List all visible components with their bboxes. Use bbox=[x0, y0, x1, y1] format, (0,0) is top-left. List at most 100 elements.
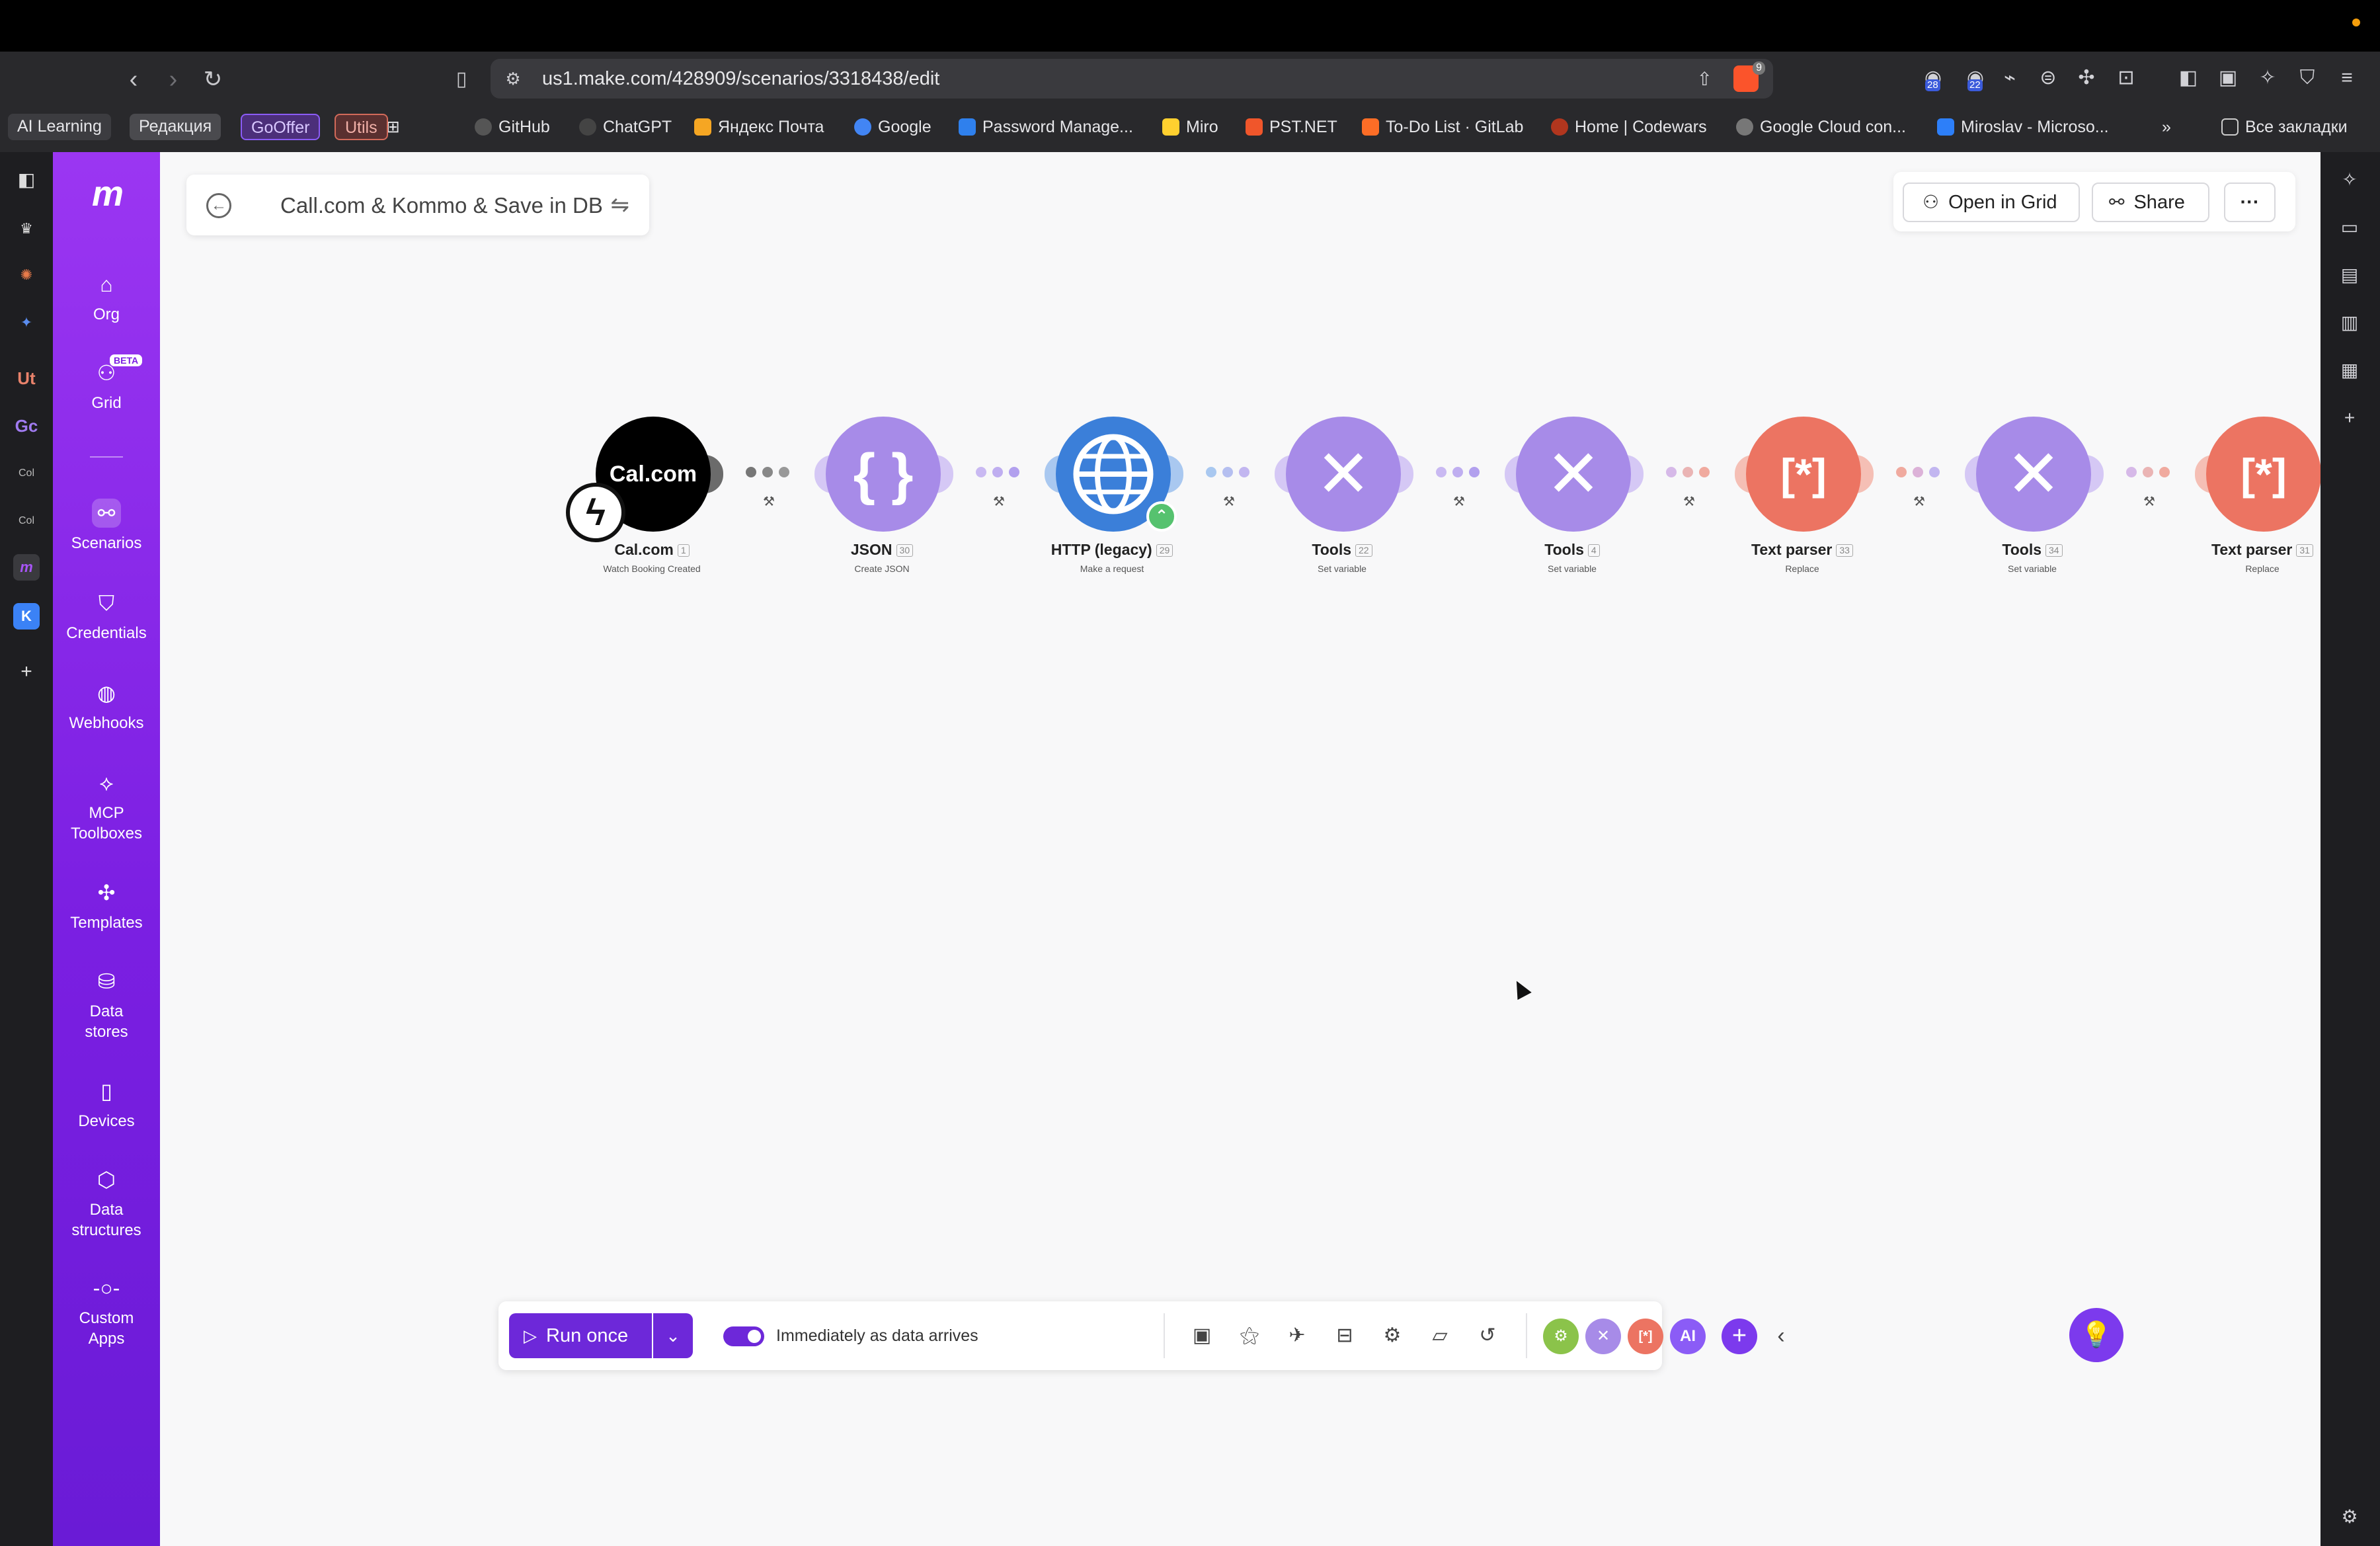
wallet-icon[interactable]: ▤ bbox=[2336, 262, 2363, 288]
module-text-parser-31[interactable]: [*] Text parser 31 Replace bbox=[2150, 417, 2320, 575]
scenario-settings-sliders-icon[interactable]: ⇋ bbox=[611, 192, 630, 218]
route-connector[interactable] bbox=[2126, 467, 2176, 481]
bookmark-folder-utils[interactable]: Utils bbox=[335, 114, 388, 140]
forward-icon[interactable]: › bbox=[159, 65, 188, 94]
route-connector[interactable] bbox=[1436, 467, 1486, 481]
route-connector[interactable] bbox=[1896, 467, 1946, 481]
route-connector[interactable] bbox=[746, 467, 795, 481]
notes-icon[interactable]: ▱ bbox=[1427, 1322, 1453, 1349]
side-tab-ut[interactable]: Ut bbox=[13, 365, 40, 391]
collapse-toolbar-chevron-left-icon[interactable]: ‹ bbox=[1768, 1322, 1794, 1349]
back-icon[interactable]: ‹ bbox=[119, 65, 148, 94]
vpn-shield-icon[interactable]: ⛉ bbox=[2294, 65, 2320, 91]
reload-icon[interactable]: ↻ bbox=[198, 65, 227, 94]
apps-grid-icon[interactable]: ⊞ bbox=[386, 112, 400, 142]
nav-credentials[interactable]: ⛉ Credentials bbox=[53, 589, 160, 643]
bookmark-pst-net[interactable]: PST.NET bbox=[1246, 112, 1337, 142]
site-settings-icon[interactable]: ⚙ bbox=[502, 68, 524, 89]
bookmark-codewars[interactable]: Home | Codewars bbox=[1551, 112, 1707, 142]
side-tab-gc[interactable]: Gc bbox=[13, 413, 40, 439]
address-bar[interactable]: ⚙ us1.make.com/428909/scenarios/3318438/… bbox=[491, 59, 1773, 99]
media-icon[interactable]: ▭ bbox=[2336, 214, 2363, 241]
bookmark-microsoft[interactable]: Miroslav - Microso... bbox=[1937, 112, 2109, 142]
extension-icon-5[interactable]: ⊡ bbox=[2113, 65, 2139, 91]
bookmark-folder-redaktsiya[interactable]: Редакция bbox=[130, 114, 221, 140]
bookmark-yandex-mail[interactable]: Яндекс Почта bbox=[694, 112, 824, 142]
route-filter-wrench-icon[interactable]: ⚒ bbox=[1683, 493, 1695, 510]
module-json[interactable]: { } JSON 30 Create JSON bbox=[770, 417, 994, 575]
nav-devices[interactable]: ▯ Devices bbox=[53, 1077, 160, 1131]
nav-org[interactable]: ⌂ Org bbox=[53, 270, 160, 325]
extension-icon-4[interactable]: ⊜ bbox=[2035, 65, 2061, 91]
nav-scenarios[interactable]: ⚯ Scenarios bbox=[53, 499, 160, 553]
route-filter-wrench-icon[interactable]: ⚒ bbox=[2143, 493, 2155, 510]
nav-custom-apps[interactable]: -○- Custom Apps bbox=[53, 1274, 160, 1349]
tools-app-icon[interactable]: ✕ bbox=[1585, 1319, 1621, 1354]
bookmark-gitlab[interactable]: To-Do List · GitLab bbox=[1362, 112, 1523, 142]
side-tab-col-2[interactable]: Col bbox=[13, 508, 40, 534]
upgrade-chevrons-icon[interactable]: ⌃ bbox=[1146, 501, 1177, 532]
module-http[interactable]: ⌃ HTTP (legacy) 29 Make a request bbox=[1000, 417, 1224, 575]
add-module-plus-icon[interactable]: + bbox=[1722, 1319, 1757, 1354]
reading-list-icon[interactable]: ▦ bbox=[2336, 357, 2363, 384]
route-connector[interactable] bbox=[976, 467, 1025, 481]
more-bookmarks-icon[interactable]: » bbox=[2162, 112, 2171, 142]
nav-grid[interactable]: ⚇ BETA Grid bbox=[53, 354, 160, 413]
text-parser-app-icon[interactable]: [*] bbox=[1628, 1319, 1663, 1354]
back-arrow-icon[interactable]: ← bbox=[206, 193, 231, 218]
claude-icon[interactable]: ✺ bbox=[13, 262, 40, 288]
more-options-button[interactable]: ··· bbox=[2224, 183, 2276, 222]
share-button[interactable]: ⚯ Share bbox=[2092, 183, 2209, 222]
route-filter-wrench-icon[interactable]: ⚒ bbox=[1453, 493, 1465, 510]
extension-icon-2[interactable]: ◉ 22 bbox=[1962, 65, 1989, 91]
bookmark-miro[interactable]: Miro bbox=[1162, 112, 1218, 142]
flow-control-gear-icon[interactable]: ⚙ bbox=[1543, 1319, 1579, 1354]
menu-icon[interactable]: ≡ bbox=[2334, 65, 2360, 91]
scenario-title[interactable]: Call.com & Kommo & Save in DB bbox=[280, 193, 603, 218]
save-icon[interactable]: ▣ bbox=[1189, 1322, 1215, 1349]
side-tab-col-1[interactable]: Col bbox=[13, 460, 40, 487]
route-connector[interactable] bbox=[1666, 467, 1716, 481]
route-filter-wrench-icon[interactable]: ⚒ bbox=[1913, 493, 1925, 510]
module-calcom[interactable]: Cal.com ϟ Cal.com 1 Watch Booking Created bbox=[539, 417, 764, 575]
add-side-tab-icon[interactable]: + bbox=[13, 659, 40, 685]
make-logo[interactable]: m bbox=[85, 176, 128, 212]
bookmark-password-manager[interactable]: Password Manage... bbox=[959, 112, 1133, 142]
bookmark-chatgpt[interactable]: ChatGPT bbox=[579, 112, 672, 142]
extension-icon-1[interactable]: ◉ 28 bbox=[1920, 65, 1946, 91]
bookmark-folder-gooffer[interactable]: GoOffer bbox=[241, 114, 321, 140]
sidebar-panel-icon[interactable]: ◧ bbox=[13, 167, 40, 193]
leo-ai-icon[interactable]: ✧ bbox=[2254, 65, 2281, 91]
all-bookmarks[interactable]: Все закладки bbox=[2221, 112, 2348, 142]
route-filter-wrench-icon[interactable]: ⚒ bbox=[763, 493, 775, 510]
schedule-label[interactable]: Immediately as data arrives bbox=[776, 1324, 978, 1348]
open-in-grid-button[interactable]: ⚇ Open in Grid bbox=[1903, 183, 2080, 222]
magic-wand-icon[interactable]: ⚝ bbox=[1236, 1322, 1263, 1349]
side-tab-kommo[interactable]: K bbox=[13, 603, 40, 630]
side-tab-make[interactable]: m bbox=[13, 554, 40, 581]
instant-trigger-bolt-icon[interactable]: ϟ bbox=[566, 483, 625, 542]
sidebar-toggle-icon[interactable]: ◧ bbox=[2175, 65, 2202, 91]
module-tools-34[interactable]: ✕ Tools 34 Set variable bbox=[1920, 417, 2145, 575]
crown-icon[interactable]: ♛ bbox=[13, 216, 40, 242]
auto-align-icon[interactable]: ✈ bbox=[1284, 1322, 1310, 1349]
help-lightbulb-icon[interactable]: 💡 bbox=[2069, 1308, 2123, 1362]
nav-templates[interactable]: ✣ Templates bbox=[53, 878, 160, 933]
settings-gear-icon[interactable]: ⚙ bbox=[1379, 1322, 1406, 1349]
share-page-icon[interactable]: ⇧ bbox=[1697, 68, 1712, 90]
nav-data-structures[interactable]: ⬡ Data structures bbox=[53, 1165, 160, 1241]
url-text[interactable]: us1.make.com/428909/scenarios/3318438/ed… bbox=[542, 68, 939, 89]
nav-webhooks[interactable]: ◍ Webhooks bbox=[53, 678, 160, 733]
module-text-parser-33[interactable]: [*] Text parser 33 Replace bbox=[1690, 417, 1915, 575]
bookmark-github[interactable]: GitHub bbox=[475, 112, 550, 142]
panel-settings-gear-icon[interactable]: ⚙ bbox=[2336, 1504, 2363, 1530]
undo-history-icon[interactable]: ↺ bbox=[1474, 1322, 1501, 1349]
bookmark-folder-ai-learning[interactable]: AI Learning bbox=[8, 114, 111, 140]
add-panel-icon[interactable]: + bbox=[2336, 405, 2363, 431]
nav-mcp-toolboxes[interactable]: ⟡ MCP Toolboxes bbox=[53, 768, 160, 844]
schedule-toggle[interactable] bbox=[723, 1326, 764, 1346]
gemini-icon[interactable]: ✦ bbox=[13, 309, 40, 336]
nav-data-stores[interactable]: ⛁ Data stores bbox=[53, 967, 160, 1042]
ai-app-icon[interactable]: AI bbox=[1670, 1319, 1706, 1354]
bookmarks-panel-icon[interactable]: ▥ bbox=[2336, 309, 2363, 336]
